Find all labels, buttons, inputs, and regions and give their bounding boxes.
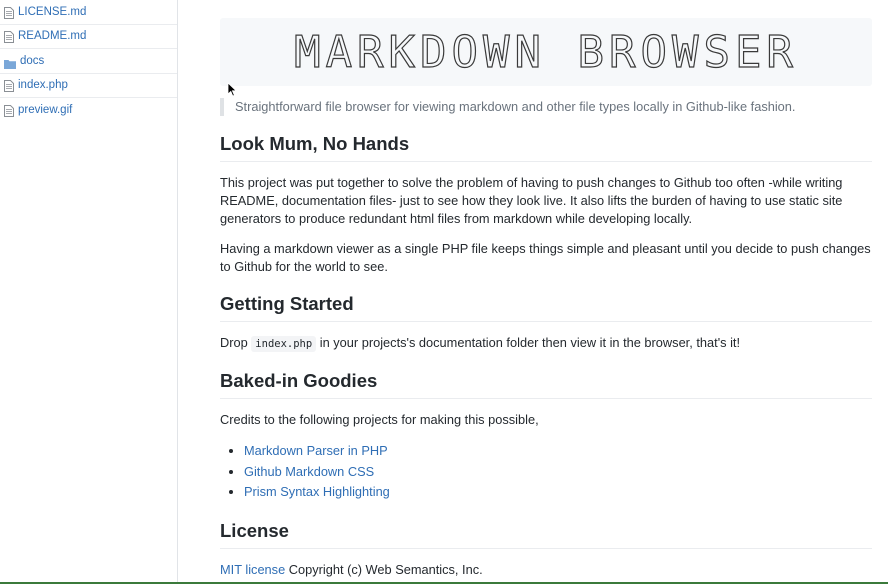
link-markdown-parser[interactable]: Markdown Parser in PHP bbox=[244, 443, 388, 458]
file-item-readme[interactable]: README.md bbox=[0, 25, 177, 49]
folder-icon bbox=[4, 56, 16, 69]
paragraph-viewer: Having a markdown viewer as a single PHP… bbox=[220, 241, 871, 274]
mouse-cursor-icon bbox=[227, 82, 238, 97]
file-icon bbox=[4, 6, 14, 19]
heading-look-mum: Look Mum, No Hands bbox=[220, 133, 872, 162]
markdown-body: MARKDOWN BROWSER Straightforward file br… bbox=[220, 18, 872, 579]
paragraph-intro: This project was put together to solve t… bbox=[220, 175, 843, 226]
app-window: LICENSE.md README.md docs index.php prev… bbox=[0, 0, 888, 584]
tagline-quote: Straightforward file browser for viewing… bbox=[220, 98, 872, 116]
link-mit-license[interactable]: MIT license bbox=[220, 562, 285, 577]
paragraph-getting-started: Drop index.php in your projects's docume… bbox=[220, 334, 872, 353]
list-item: Prism Syntax Highlighting bbox=[244, 482, 872, 503]
file-icon bbox=[4, 30, 14, 44]
file-item-preview[interactable]: preview.gif bbox=[0, 98, 177, 123]
list-item: Markdown Parser in PHP bbox=[244, 441, 872, 462]
markdown-viewer: MARKDOWN BROWSER Straightforward file br… bbox=[179, 0, 888, 584]
file-sidebar: LICENSE.md README.md docs index.php prev… bbox=[0, 0, 178, 584]
banner: MARKDOWN BROWSER bbox=[220, 18, 872, 86]
inline-code: index.php bbox=[251, 336, 317, 352]
paragraph-license: MIT license Copyright (c) Web Semantics,… bbox=[220, 561, 872, 579]
text-copyright: Copyright (c) Web Semantics, Inc. bbox=[285, 561, 483, 577]
list-item: Github Markdown CSS bbox=[244, 462, 872, 483]
file-list: LICENSE.md README.md docs index.php prev… bbox=[0, 0, 177, 123]
file-item-label: LICENSE.md bbox=[18, 5, 87, 18]
file-item-index[interactable]: index.php bbox=[0, 74, 177, 98]
file-item-label: docs bbox=[20, 54, 45, 67]
link-prism[interactable]: Prism Syntax Highlighting bbox=[244, 484, 390, 499]
text-drop: Drop bbox=[220, 335, 252, 350]
heading-baked-in-goodies: Baked-in Goodies bbox=[220, 370, 872, 399]
file-item-docs[interactable]: docs bbox=[0, 49, 177, 74]
file-icon bbox=[4, 79, 14, 93]
credits-list: Markdown Parser in PHP Github Markdown C… bbox=[220, 441, 872, 503]
link-github-markdown-css[interactable]: Github Markdown CSS bbox=[244, 464, 374, 479]
paragraph-credits: Credits to the following projects for ma… bbox=[220, 412, 539, 427]
file-item-label: index.php bbox=[18, 79, 68, 92]
heading-license: License bbox=[220, 520, 872, 549]
banner-title: MARKDOWN BROWSER bbox=[293, 26, 798, 78]
file-icon bbox=[4, 104, 14, 118]
file-item-label: README.md bbox=[18, 30, 87, 43]
heading-getting-started: Getting Started bbox=[220, 293, 872, 322]
file-item-license[interactable]: LICENSE.md bbox=[0, 0, 177, 25]
file-item-label: preview.gif bbox=[18, 104, 73, 117]
text-instructions: in your projects's documentation folder … bbox=[316, 335, 741, 350]
